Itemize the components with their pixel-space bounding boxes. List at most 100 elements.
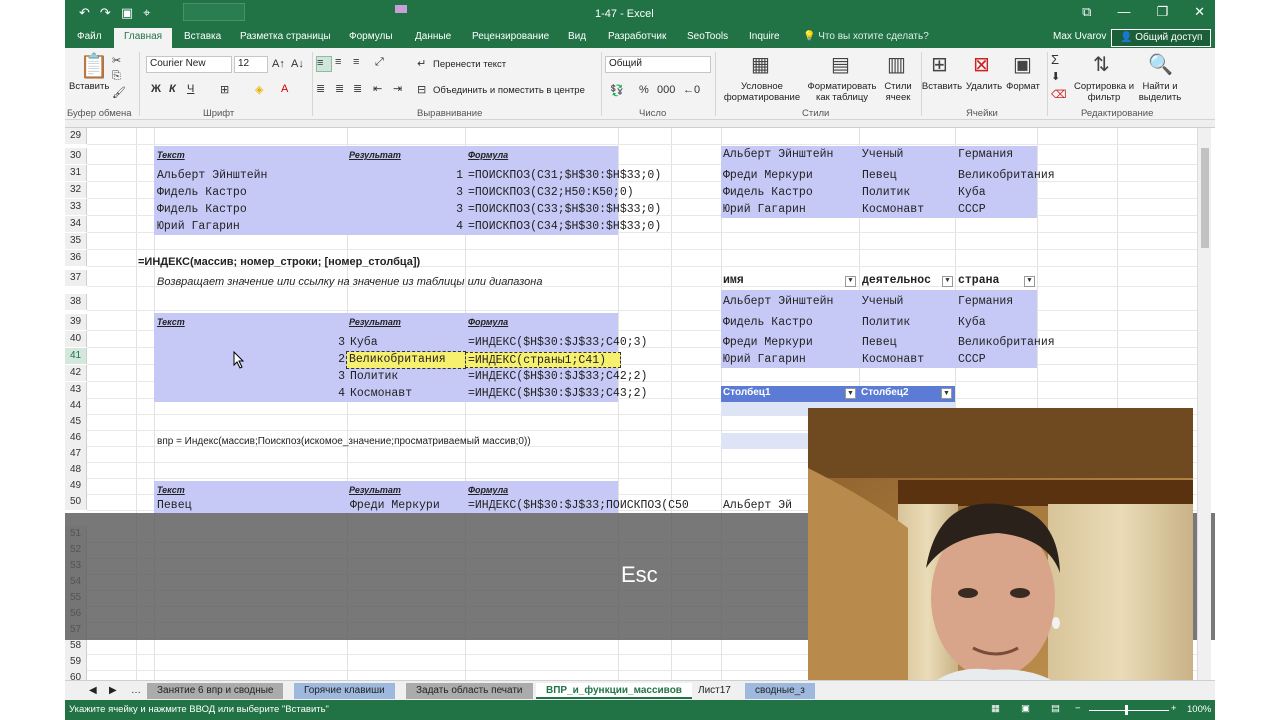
row-header[interactable]: 41 bbox=[65, 348, 87, 364]
cell-formula-editing[interactable]: =ИНДЕКС(страны1;C41) bbox=[465, 352, 621, 368]
zoom-in-icon[interactable]: + bbox=[1171, 703, 1177, 714]
filter-dropdown-icon[interactable]: ▼ bbox=[845, 388, 856, 399]
insert-cells-button[interactable]: Вставить bbox=[919, 81, 965, 92]
zoom-level[interactable]: 100% bbox=[1187, 704, 1211, 715]
ref-name[interactable]: Фидель Кастро bbox=[723, 185, 813, 201]
row-header[interactable]: 47 bbox=[65, 446, 87, 462]
header-result[interactable]: Результат bbox=[349, 147, 401, 163]
header-text[interactable]: Текст bbox=[157, 482, 185, 498]
align-right-icon[interactable]: ≣ bbox=[353, 82, 362, 95]
index-syntax[interactable]: =ИНДЕКС(массив; номер_строки; [номер_сто… bbox=[138, 254, 420, 270]
cell-formula[interactable]: =ИНДЕКС($H$30:$J$33;C43;2) bbox=[468, 386, 647, 402]
autosum-icon[interactable]: Σ bbox=[1051, 52, 1059, 67]
cell-result[interactable]: 3 bbox=[347, 185, 463, 201]
cell-result[interactable]: 1 bbox=[347, 168, 463, 184]
row-header[interactable]: 35 bbox=[65, 233, 87, 249]
align-center-icon[interactable]: ≣ bbox=[335, 82, 344, 95]
cell-formula[interactable]: =ПОИСКПОЗ(C34;$H$30:$H$33;0) bbox=[468, 219, 661, 235]
row-header[interactable]: 48 bbox=[65, 462, 87, 478]
ref-role[interactable]: Политик bbox=[862, 185, 910, 201]
row-header[interactable]: 42 bbox=[65, 365, 87, 381]
comma-style-icon[interactable]: 000 bbox=[657, 84, 675, 96]
ref-country[interactable]: Куба bbox=[958, 185, 986, 201]
minimize-icon[interactable]: — bbox=[1117, 4, 1130, 20]
row-header[interactable]: 58 bbox=[65, 638, 87, 654]
percent-icon[interactable]: % bbox=[639, 84, 649, 96]
sheet-tab[interactable]: Задать область печати bbox=[406, 683, 533, 699]
sheet-tab[interactable]: сводные_з bbox=[745, 683, 815, 699]
tab-home[interactable]: Главная bbox=[114, 28, 173, 48]
ref-country[interactable]: СССР bbox=[958, 202, 986, 218]
page-break-icon[interactable]: ▤ bbox=[1051, 703, 1060, 714]
font-name-select[interactable]: Courier New bbox=[146, 56, 232, 73]
grow-font-icon[interactable]: A↑ bbox=[272, 58, 285, 70]
italic-button[interactable]: К bbox=[169, 83, 176, 95]
named-country[interactable]: Куба bbox=[958, 315, 986, 331]
user-name[interactable]: Max Uvarov bbox=[1053, 31, 1106, 42]
cell-text[interactable]: Певец bbox=[157, 498, 192, 514]
cell-text[interactable]: Фидель Кастро bbox=[157, 202, 247, 218]
page-layout-icon[interactable]: ▣ bbox=[1021, 703, 1030, 714]
ref-country[interactable]: Великобритания bbox=[958, 168, 1055, 184]
outdent-icon[interactable]: ⇥ bbox=[393, 82, 402, 95]
number-format-select[interactable]: Общий bbox=[605, 56, 711, 73]
named-name[interactable]: Фреди Меркури bbox=[723, 335, 813, 351]
merge-center-button[interactable]: Объединить и поместить в центре bbox=[433, 85, 585, 96]
tab-insert[interactable]: Вставка bbox=[184, 31, 221, 42]
cell-index[interactable]: 4 bbox=[154, 386, 345, 402]
sheet-tab-active[interactable]: ВПР_и_функции_массивов bbox=[536, 683, 692, 699]
align-middle-icon[interactable]: ≡ bbox=[335, 56, 341, 68]
row-header[interactable]: 59 bbox=[65, 654, 87, 670]
cell-formula[interactable]: =ПОИСКПОЗ(C32;H50:K50;0) bbox=[468, 185, 634, 201]
row-header[interactable]: 44 bbox=[65, 398, 87, 414]
row-header[interactable]: 40 bbox=[65, 331, 87, 347]
normal-view-icon[interactable]: ▦ bbox=[991, 703, 1000, 714]
ref-name[interactable]: Альберт Эй bbox=[723, 498, 792, 514]
ref-role[interactable]: Ученый bbox=[862, 147, 903, 163]
tab-formulas[interactable]: Формулы bbox=[349, 31, 393, 42]
row-header[interactable]: 46 bbox=[65, 430, 87, 446]
ref-role[interactable]: Певец bbox=[862, 168, 897, 184]
conditional-format-button[interactable]: Условное форматирование bbox=[717, 81, 807, 103]
indent-icon[interactable]: ⇤ bbox=[373, 82, 382, 95]
row-header[interactable]: 30 bbox=[65, 148, 87, 164]
cell-text[interactable]: Юрий Гагарин bbox=[157, 219, 240, 235]
tab-developer[interactable]: Разработчик bbox=[608, 31, 666, 42]
sheet-tab[interactable]: Горячие клавиши bbox=[294, 683, 395, 699]
row-header[interactable]: 49 bbox=[65, 478, 87, 494]
align-top-icon[interactable]: ≡ bbox=[316, 56, 332, 72]
format-painter-icon[interactable]: 🖌 bbox=[112, 86, 126, 99]
cell-formula[interactable]: =ИНДЕКС($H$30:$J$33;ПОИСКПОЗ(C50 bbox=[468, 498, 721, 514]
fill-icon[interactable]: ⬇ bbox=[1051, 70, 1060, 83]
qat-input[interactable] bbox=[183, 3, 245, 21]
cell-index[interactable]: 3 bbox=[154, 369, 345, 385]
close-icon[interactable]: ✕ bbox=[1194, 4, 1205, 20]
ribbon-display-icon[interactable]: ⧉ bbox=[1082, 4, 1091, 20]
named-country[interactable]: СССР bbox=[958, 352, 986, 368]
zoom-slider[interactable] bbox=[1089, 710, 1169, 711]
row-header[interactable]: 37 bbox=[65, 270, 87, 286]
zoom-out-icon[interactable]: − bbox=[1075, 703, 1081, 714]
increase-decimal-icon[interactable]: ←0 bbox=[683, 84, 700, 96]
clear-icon[interactable]: ⌫ bbox=[1051, 88, 1067, 101]
fill-color-icon[interactable]: ◈ bbox=[255, 83, 263, 96]
sort-filter-button[interactable]: Сортировка и фильтр bbox=[1073, 81, 1135, 103]
named-name[interactable]: Фидель Кастро bbox=[723, 315, 813, 331]
cut-icon[interactable]: ✂ bbox=[112, 54, 121, 67]
tell-me-search[interactable]: 💡 Что вы хотите сделать? bbox=[803, 31, 929, 42]
row-header[interactable]: 50 bbox=[65, 494, 87, 510]
cell-index[interactable]: 3 bbox=[154, 335, 345, 351]
wrap-text-button[interactable]: Перенести текст bbox=[433, 59, 506, 70]
tab-data[interactable]: Данные bbox=[415, 31, 451, 42]
vertical-scrollbar[interactable] bbox=[1197, 128, 1211, 680]
cell-result-highlighted[interactable]: Великобритания bbox=[346, 351, 466, 369]
redo-icon[interactable]: ↷ bbox=[100, 5, 111, 21]
tab-seotools[interactable]: SeoTools bbox=[687, 31, 728, 42]
row-header[interactable]: 43 bbox=[65, 382, 87, 398]
cell-result[interactable]: 4 bbox=[347, 219, 463, 235]
named-country[interactable]: Германия bbox=[958, 294, 1013, 310]
header-text[interactable]: Текст bbox=[157, 314, 185, 330]
camera-icon[interactable]: ⌖ bbox=[143, 5, 150, 21]
cell-formula[interactable]: =ИНДЕКС($H$30:$J$33;C42;2) bbox=[468, 369, 647, 385]
named-role[interactable]: Певец bbox=[862, 335, 897, 351]
